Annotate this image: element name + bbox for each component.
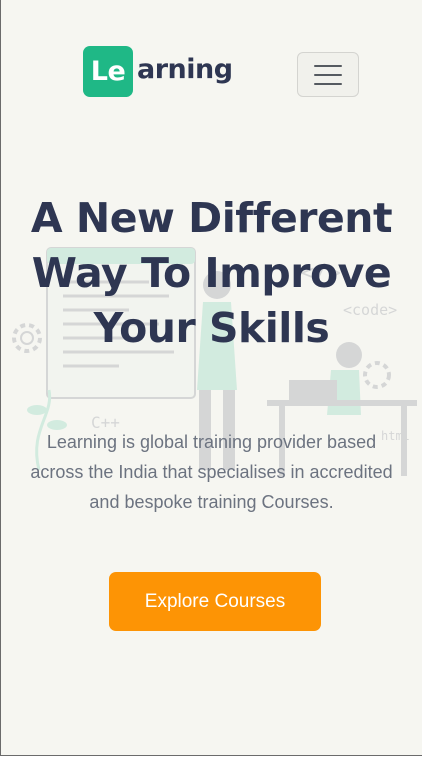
logo[interactable]: Le arning [83, 46, 233, 97]
logo-mark: Le [83, 46, 133, 97]
hamburger-menu-icon-bar [314, 73, 342, 76]
hero-headline: A New Different Way To Improve Your Skil… [30, 194, 393, 352]
menu-toggle-button[interactable] [297, 52, 359, 97]
page: Le arning </> <code> C++ html A New Diff… [0, 0, 422, 756]
hamburger-menu-icon [314, 64, 342, 67]
hero-description: Learning is global training provider bas… [30, 432, 393, 512]
explore-courses-button[interactable]: Explore Courses [109, 572, 321, 631]
logo-text: arning [137, 54, 233, 85]
hamburger-menu-icon-bar [314, 82, 342, 85]
